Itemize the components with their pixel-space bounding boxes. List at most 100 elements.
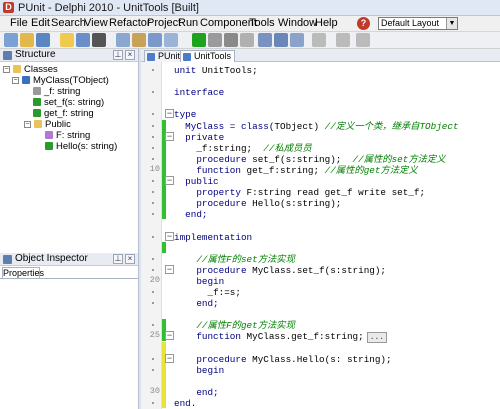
run-to-icon[interactable] — [290, 33, 304, 47]
collapse-icon[interactable]: − — [12, 77, 19, 84]
tree-item-public[interactable]: Public — [34, 119, 71, 130]
stop-icon[interactable] — [224, 33, 238, 47]
new-icon[interactable] — [4, 33, 18, 47]
line-marker — [152, 180, 154, 182]
property-icon — [45, 131, 53, 139]
code-line: interface — [174, 86, 224, 99]
fold-toggle-icon[interactable]: − — [165, 109, 174, 119]
tree-item-classes[interactable]: Classes — [13, 64, 58, 75]
tab-label: UnitTools — [194, 51, 232, 61]
save-all-icon[interactable] — [76, 33, 90, 47]
folded-code-ellipsis[interactable]: ... — [366, 332, 388, 344]
code-line: function MyClass.get_f:string;... — [174, 330, 388, 344]
back-icon[interactable] — [312, 33, 326, 47]
line-marker — [152, 69, 154, 71]
method-icon — [45, 142, 53, 150]
open-icon[interactable] — [20, 33, 34, 47]
delphi-app-icon: D — [3, 2, 14, 13]
fold-toggle-icon[interactable]: − — [165, 176, 174, 185]
line-marker — [152, 146, 154, 149]
code-text: MyClass.Hello(s: string); — [252, 353, 392, 365]
line-marker — [152, 191, 154, 194]
method-icon — [33, 109, 41, 117]
dropdown-icon[interactable] — [92, 33, 106, 47]
tree-item-f-field[interactable]: _f: string — [33, 86, 80, 97]
tab-unittools[interactable]: UnitTools — [180, 50, 236, 62]
fold-toggle-icon[interactable]: − — [165, 231, 174, 241]
menu-help[interactable]: Help — [312, 17, 341, 30]
fold-toggle-icon[interactable]: − — [165, 353, 174, 363]
tree-item-f-property[interactable]: F: string — [45, 130, 90, 141]
tab-properties[interactable]: Properties — [2, 267, 44, 278]
code-line: implementation — [174, 231, 252, 244]
pin-icon[interactable]: ⊥ — [113, 50, 123, 60]
line-marker — [152, 91, 154, 94]
close-icon[interactable]: × — [125, 50, 135, 60]
code-text: MyClass.set_f(s:string); — [252, 264, 387, 276]
unsaved-change-marker — [162, 341, 166, 409]
tree-item-hello[interactable]: Hello(s: string) — [45, 141, 117, 152]
code-editor[interactable]: 10 20 25 30 unit UnitTools; interface type My… — [141, 62, 500, 409]
fold-toggle-icon[interactable]: − — [165, 264, 174, 274]
code-line: unit UnitTools; — [174, 64, 258, 77]
tree-item-get-f[interactable]: get_f: string — [33, 108, 94, 119]
unit-icon[interactable] — [164, 33, 178, 47]
forward-icon[interactable] — [336, 33, 350, 47]
structure-icon — [3, 51, 12, 60]
add-file-icon[interactable] — [116, 33, 130, 47]
code-line: end. — [174, 397, 196, 409]
code-keyword: function — [174, 331, 247, 343]
line-marker — [152, 202, 154, 205]
pause-icon[interactable] — [208, 33, 222, 47]
code-keyword: interface — [174, 87, 225, 99]
tab-punit[interactable]: PUnit — [144, 50, 185, 62]
fold-toggle-icon[interactable]: − — [165, 131, 174, 141]
class-icon — [22, 76, 30, 84]
line-number-gutter: 10 20 25 30 — [141, 62, 162, 409]
chevron-down-icon: ▼ — [446, 18, 457, 29]
line-marker — [152, 268, 154, 271]
line-marker — [152, 157, 154, 160]
code-keyword: end. — [174, 398, 197, 409]
fold-toggle-icon[interactable]: − — [165, 331, 174, 341]
code-keyword: end; — [174, 209, 208, 221]
save-icon[interactable] — [36, 33, 50, 47]
code-keyword: begin — [174, 364, 225, 376]
code-line: begin — [174, 364, 224, 377]
folder-icon — [34, 120, 42, 128]
step-over-icon[interactable] — [274, 33, 288, 47]
line-marker — [152, 135, 154, 138]
object-inspector-title: Object Inspector — [15, 253, 88, 264]
layout-select[interactable]: Default Layout ▼ — [378, 17, 458, 30]
run-icon[interactable] — [192, 33, 206, 47]
tree-item-label: set_f(s: string) — [44, 97, 105, 108]
method-icon — [33, 98, 41, 106]
open-project-icon[interactable] — [60, 33, 74, 47]
close-icon[interactable]: × — [125, 254, 135, 264]
code-comment: //定义一个类，继承自TObject — [324, 120, 459, 132]
line-marker — [152, 113, 154, 116]
menu-tools[interactable]: Tools — [246, 17, 278, 30]
history-icon[interactable] — [356, 33, 370, 47]
line-marker — [152, 357, 154, 360]
tree-item-myclass[interactable]: MyClass(TObject) — [22, 75, 109, 86]
form-icon[interactable] — [148, 33, 162, 47]
line-marker — [152, 368, 154, 371]
tree-item-set-f[interactable]: set_f(s: string) — [33, 97, 104, 108]
tree-item-label: _f: string — [44, 86, 81, 97]
collapse-icon[interactable]: − — [3, 66, 10, 73]
trace-into-icon[interactable] — [258, 33, 272, 47]
collapse-icon[interactable]: − — [24, 121, 31, 128]
remove-file-icon[interactable] — [132, 33, 146, 47]
code-area[interactable]: unit UnitTools; interface type MyClass = c… — [165, 62, 500, 409]
unit-file-icon — [183, 53, 191, 61]
tree-item-label: get_f: string — [44, 108, 94, 119]
help-icon[interactable]: ? — [357, 17, 370, 30]
line-marker — [152, 324, 154, 327]
line-marker — [152, 257, 154, 260]
line-marker — [152, 302, 154, 305]
code-keyword: implementation — [174, 231, 253, 243]
step-icon[interactable] — [240, 33, 254, 47]
line-marker — [152, 124, 154, 127]
pin-icon[interactable]: ⊥ — [113, 254, 123, 264]
